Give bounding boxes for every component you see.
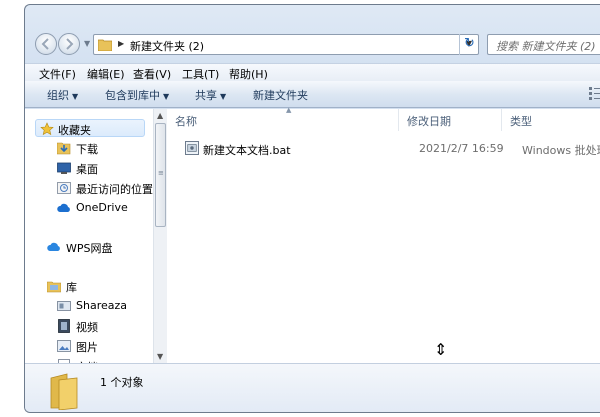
recent-pages-dropdown[interactable]: ▼: [84, 39, 90, 48]
folder-icon: [50, 373, 78, 410]
nav-label: WPS网盘: [66, 242, 113, 255]
scrollbar-thumb[interactable]: ≡: [155, 123, 166, 227]
forward-icon: [66, 38, 74, 50]
nav-item-recent-places[interactable]: 最近访问的位置: [25, 179, 155, 197]
column-header-type[interactable]: 类型: [502, 109, 600, 131]
folder-icon: [98, 39, 112, 51]
scroll-up-icon[interactable]: ▲: [157, 111, 163, 120]
menu-edit[interactable]: 编辑(E): [87, 66, 125, 82]
sort-ascending-icon: ▲: [286, 106, 292, 114]
nav-item-pictures[interactable]: 图片: [25, 337, 155, 355]
nav-item-onedrive[interactable]: OneDrive: [25, 199, 155, 217]
search-box[interactable]: 搜索 新建文件夹 (2): [487, 34, 600, 55]
details-pane: 1 个对象: [25, 363, 600, 412]
nav-item-library[interactable]: 库: [25, 277, 155, 295]
column-type-label: 类型: [510, 115, 532, 128]
nav-label: 最近访问的位置: [76, 183, 153, 196]
navigation-scrollbar[interactable]: ▲ ≡ ▼: [153, 109, 167, 363]
share-button[interactable]: 共享 ▼: [195, 87, 226, 103]
desktop-icon: [57, 162, 71, 174]
scroll-down-icon[interactable]: ▼: [157, 352, 163, 361]
caret-down-icon: ▼: [163, 92, 170, 101]
forward-button[interactable]: [58, 33, 80, 55]
nav-label: 图片: [76, 341, 98, 354]
breadcrumb-arrow-icon[interactable]: ▶: [118, 39, 124, 48]
nav-item-wps-drive[interactable]: WPS网盘: [25, 238, 155, 256]
resize-cursor-icon: ⇕: [434, 340, 448, 359]
navigation-pane: 收藏夹 下载 桌面 最近访问的位置 OneDrive WPS网盘 库 Share…: [25, 109, 166, 363]
address-path[interactable]: 新建文件夹 (2): [130, 38, 204, 54]
view-options-icon[interactable]: [589, 86, 600, 100]
share-label: 共享: [195, 89, 217, 102]
nav-item-videos[interactable]: 视频: [25, 317, 155, 335]
refresh-icon: ↻: [464, 36, 475, 51]
back-button[interactable]: [35, 33, 57, 55]
nav-item-favorites[interactable]: 收藏夹: [35, 119, 145, 137]
nav-label: 桌面: [76, 163, 98, 176]
column-name-label: 名称: [175, 115, 197, 128]
nav-item-shareaza[interactable]: Shareaza: [25, 297, 155, 315]
caret-down-icon: ▼: [220, 92, 227, 101]
menu-bar: 文件(F) 编辑(E) 查看(V) 工具(T) 帮助(H): [25, 63, 600, 81]
nav-item-desktop[interactable]: 桌面: [25, 159, 155, 177]
command-bar: 组织 ▼ 包含到库中 ▼ 共享 ▼ 新建文件夹: [25, 81, 600, 108]
caret-down-icon: ▼: [72, 92, 79, 101]
nav-label: 收藏夹: [58, 124, 91, 137]
organize-label: 组织: [47, 89, 69, 102]
cloud-icon: [57, 203, 70, 212]
file-type: Windows 批处理...: [522, 144, 600, 157]
menu-help[interactable]: 帮助(H): [229, 66, 268, 82]
download-icon: [57, 142, 71, 155]
address-bar[interactable]: ▶ 新建文件夹 (2) ▼: [93, 34, 479, 55]
nav-label: 视频: [76, 321, 98, 334]
file-list: 名称 ▲ 修改日期 类型 新建文本文档.bat 2021/2/7 16:59 W…: [167, 106, 600, 363]
menu-file[interactable]: 文件(F): [39, 66, 76, 82]
menu-tools[interactable]: 工具(T): [182, 66, 219, 82]
picture-icon: [57, 340, 71, 352]
recent-icon: [57, 182, 71, 194]
library-icon: [57, 301, 71, 311]
nav-item-downloads[interactable]: 下载: [25, 139, 155, 157]
library-icon: [47, 281, 61, 293]
nav-label: 库: [66, 281, 77, 294]
file-modified: 2021/2/7 16:59: [419, 142, 504, 155]
column-modified-label: 修改日期: [407, 115, 451, 128]
nav-label: Shareaza: [76, 299, 127, 312]
file-row[interactable]: 新建文本文档.bat 2021/2/7 16:59 Windows 批处理...: [179, 139, 600, 159]
file-name[interactable]: 新建文本文档.bat: [203, 142, 291, 158]
star-icon: [40, 122, 54, 136]
nav-label: 下载: [76, 143, 98, 156]
explorer-window: ▼ ▶ 新建文件夹 (2) ▼ ↻ 搜索 新建文件夹 (2) 文件(F) 编辑(…: [24, 4, 600, 413]
nav-label: OneDrive: [76, 201, 128, 214]
include-in-library-label: 包含到库中: [105, 89, 160, 102]
new-folder-button[interactable]: 新建文件夹: [253, 87, 308, 103]
cloud-icon: [47, 242, 60, 251]
column-header-name[interactable]: 名称 ▲: [167, 106, 399, 131]
include-in-library-button[interactable]: 包含到库中 ▼: [105, 87, 169, 103]
video-icon: [58, 319, 70, 333]
organize-button[interactable]: 组织 ▼: [47, 87, 78, 103]
bat-file-icon: [185, 141, 199, 155]
back-icon: [41, 38, 49, 50]
item-count: 1 个对象: [100, 376, 144, 389]
address-row: ▼ ▶ 新建文件夹 (2) ▼ ↻ 搜索 新建文件夹 (2): [25, 31, 600, 57]
grip-icon: ≡: [158, 169, 164, 177]
menu-view[interactable]: 查看(V): [133, 66, 171, 82]
column-header-modified[interactable]: 修改日期: [399, 109, 502, 131]
search-placeholder[interactable]: 搜索 新建文件夹 (2): [496, 38, 596, 54]
refresh-button[interactable]: ↻: [459, 34, 479, 55]
